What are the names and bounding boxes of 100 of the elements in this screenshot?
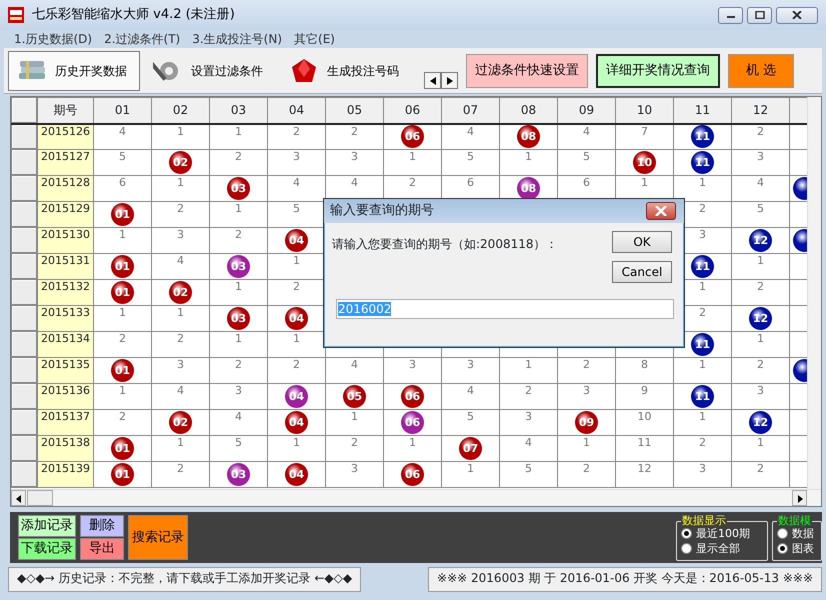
column-header[interactable]: 11 bbox=[674, 98, 732, 124]
table-cell: 4 bbox=[326, 358, 384, 384]
toolbar-button[interactable]: 详细开奖情况查询 bbox=[596, 54, 720, 88]
number-ball: 06 bbox=[401, 385, 424, 408]
close-button[interactable] bbox=[776, 6, 818, 24]
table-cell: 1 bbox=[210, 202, 268, 228]
table-cell: 3 bbox=[326, 462, 384, 488]
table-cell: 2 bbox=[152, 462, 210, 488]
table-cell: 4 bbox=[500, 436, 558, 462]
period-cell: 2015139 bbox=[38, 462, 94, 488]
table-cell: 2 bbox=[326, 436, 384, 462]
number-ball: 02 bbox=[169, 151, 192, 174]
column-header[interactable]: 10 bbox=[616, 98, 674, 124]
menu-item[interactable]: 1.历史数据(D) bbox=[8, 30, 98, 48]
action-button[interactable]: 下载记录 bbox=[18, 538, 76, 560]
table-cell: 1 bbox=[210, 332, 268, 358]
table-cell: 10 bbox=[616, 410, 674, 436]
toolbar-tab[interactable]: 历史开奖数据 bbox=[8, 50, 140, 90]
radio-label[interactable]: 最近100期 bbox=[696, 526, 750, 541]
column-header[interactable]: 07 bbox=[442, 98, 500, 124]
period-cell: 2015131 bbox=[38, 254, 94, 280]
table-cell: 5 bbox=[500, 462, 558, 488]
column-header[interactable]: 09 bbox=[558, 98, 616, 124]
radio-button[interactable] bbox=[777, 543, 788, 554]
column-header[interactable]: 05 bbox=[326, 98, 384, 124]
number-ball: 03 bbox=[227, 177, 250, 200]
row-header[interactable] bbox=[12, 124, 38, 150]
table-cell: 2 bbox=[732, 462, 790, 488]
column-header[interactable]: 01 bbox=[94, 98, 152, 124]
table-cell: 3 bbox=[152, 358, 210, 384]
number-ball: 07 bbox=[459, 437, 482, 460]
table-cell: 2 bbox=[152, 332, 210, 358]
minimize-button[interactable] bbox=[718, 6, 743, 24]
table-cell: 3 bbox=[268, 150, 326, 176]
period-cell: 2015129 bbox=[38, 202, 94, 228]
number-ball: 04 bbox=[285, 411, 308, 434]
menu-item[interactable]: 3.生成投注号(N) bbox=[186, 30, 288, 48]
column-header[interactable]: 02 bbox=[152, 98, 210, 124]
number-ball: 04 bbox=[285, 385, 308, 408]
dialog-button[interactable]: Cancel bbox=[612, 261, 672, 283]
close-icon bbox=[655, 206, 667, 216]
radio-button[interactable] bbox=[681, 528, 692, 539]
close-button[interactable] bbox=[646, 202, 676, 220]
column-header[interactable]: 06 bbox=[384, 98, 442, 124]
number-ball: 03 bbox=[227, 255, 250, 278]
column-header[interactable]: 08 bbox=[500, 98, 558, 124]
table-cell: 1 bbox=[500, 358, 558, 384]
radio-label[interactable]: 显示全部 bbox=[696, 541, 740, 556]
number-ball: 06 bbox=[401, 463, 424, 486]
table-cell: 2 bbox=[500, 384, 558, 410]
table-cell: 3 bbox=[152, 228, 210, 254]
number-ball: 09 bbox=[575, 411, 598, 434]
dialog-button[interactable]: OK bbox=[612, 231, 672, 253]
status-info: ※※※ 2016003 期 于 2016-01-06 开奖 今天是：2016-05-13 ※※※ bbox=[428, 567, 822, 592]
menu-item[interactable]: 2.过滤条件(T) bbox=[98, 30, 186, 48]
radio-label[interactable]: 图表 bbox=[792, 541, 814, 556]
number-ball: 02 bbox=[169, 411, 192, 434]
maximize-button[interactable] bbox=[747, 6, 772, 24]
table-cell: 4 bbox=[152, 254, 210, 280]
number-ball: 12 bbox=[749, 229, 772, 252]
table-cell: 4 bbox=[152, 384, 210, 410]
radio-button[interactable] bbox=[777, 528, 788, 539]
table-cell: 2 bbox=[210, 358, 268, 384]
menu-item[interactable]: 其它(E) bbox=[288, 30, 341, 48]
toolbar-button[interactable]: 机 选 bbox=[728, 54, 794, 88]
toolbar-button[interactable]: 过滤条件快速设置 bbox=[466, 54, 588, 88]
action-button[interactable]: 导出 bbox=[80, 538, 124, 560]
scroll-left-button[interactable] bbox=[424, 72, 441, 89]
period-cell: 2015134 bbox=[38, 332, 94, 358]
horizontal-scrollbar[interactable] bbox=[11, 489, 821, 506]
radio-button[interactable] bbox=[681, 543, 692, 554]
table-cell: 1 bbox=[152, 306, 210, 332]
radio-label[interactable]: 数据 bbox=[792, 526, 814, 541]
table-cell: 2 bbox=[94, 410, 152, 436]
vertical-scrollbar[interactable] bbox=[807, 97, 821, 490]
table-cell: 1 bbox=[152, 176, 210, 202]
table-cell: 1 bbox=[732, 436, 790, 462]
column-header[interactable]: 03 bbox=[210, 98, 268, 124]
column-header[interactable]: 12 bbox=[732, 98, 790, 124]
period-cell: 2015126 bbox=[38, 124, 94, 150]
app-icon bbox=[8, 7, 24, 23]
table-cell: 5 bbox=[94, 150, 152, 176]
table-cell: 1 bbox=[384, 150, 442, 176]
table-cell: 1 bbox=[558, 436, 616, 462]
table-cell: 5 bbox=[442, 410, 500, 436]
number-ball: 03 bbox=[227, 463, 250, 486]
dialog-title: 输入要查询的期号 bbox=[330, 202, 434, 220]
table-cell: 1 bbox=[500, 150, 558, 176]
scroll-right-button[interactable] bbox=[441, 72, 458, 89]
left-arrow-icon bbox=[430, 76, 436, 84]
table-cell: 4 bbox=[210, 410, 268, 436]
column-header[interactable]: 期号 bbox=[38, 98, 94, 124]
table-cell: 1 bbox=[94, 306, 152, 332]
action-button[interactable]: 添加记录 bbox=[18, 515, 76, 537]
table-cell: 3 bbox=[500, 410, 558, 436]
action-button[interactable]: 删除 bbox=[80, 515, 124, 537]
table-cell: 1 bbox=[152, 436, 210, 462]
table-cell: 1 bbox=[326, 410, 384, 436]
action-button[interactable]: 搜索记录 bbox=[128, 515, 188, 560]
column-header[interactable]: 04 bbox=[268, 98, 326, 124]
